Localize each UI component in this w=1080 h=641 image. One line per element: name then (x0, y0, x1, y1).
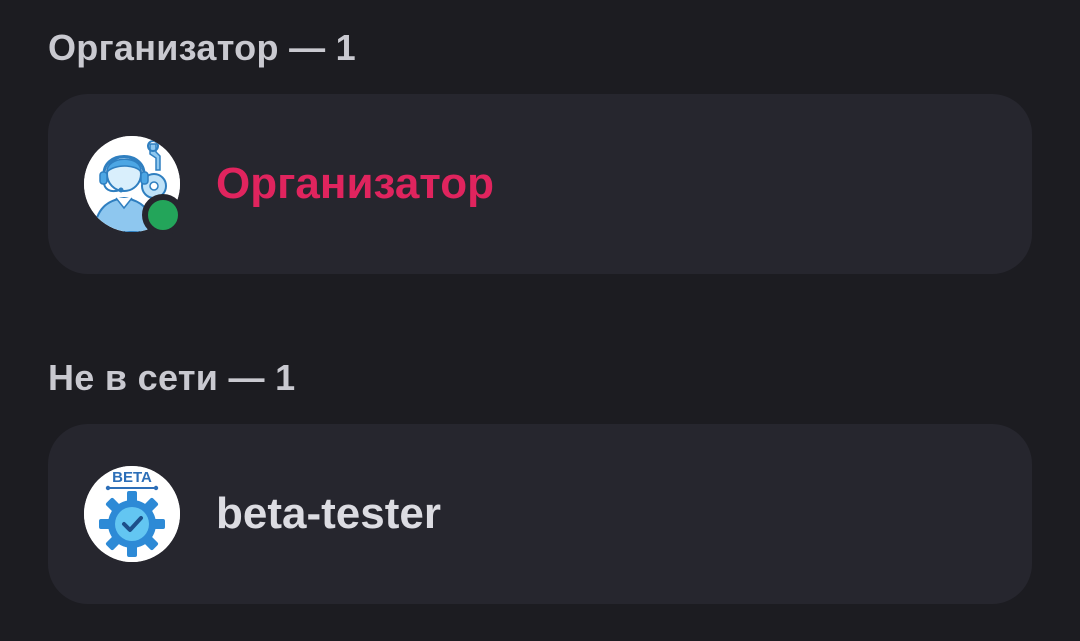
online-status-dot (142, 194, 184, 236)
member-row-organizer[interactable]: Организатор (48, 94, 1032, 274)
member-name: Организатор (216, 159, 495, 208)
avatar[interactable]: BETA (84, 466, 180, 562)
section-header-offline: Не в сети — 1 (48, 357, 296, 398)
section-header-organizer: Организатор — 1 (48, 27, 356, 68)
avatar[interactable] (84, 136, 184, 236)
avatar-beta-label: BETA (112, 469, 152, 486)
member-name: beta-tester (216, 489, 441, 538)
member-list: Организатор — 1 Организатор Не в сети — … (0, 0, 1080, 641)
member-row-beta-tester[interactable]: BETA beta-tester (48, 424, 1032, 604)
beta-gear-check-icon: BETA (84, 466, 180, 562)
